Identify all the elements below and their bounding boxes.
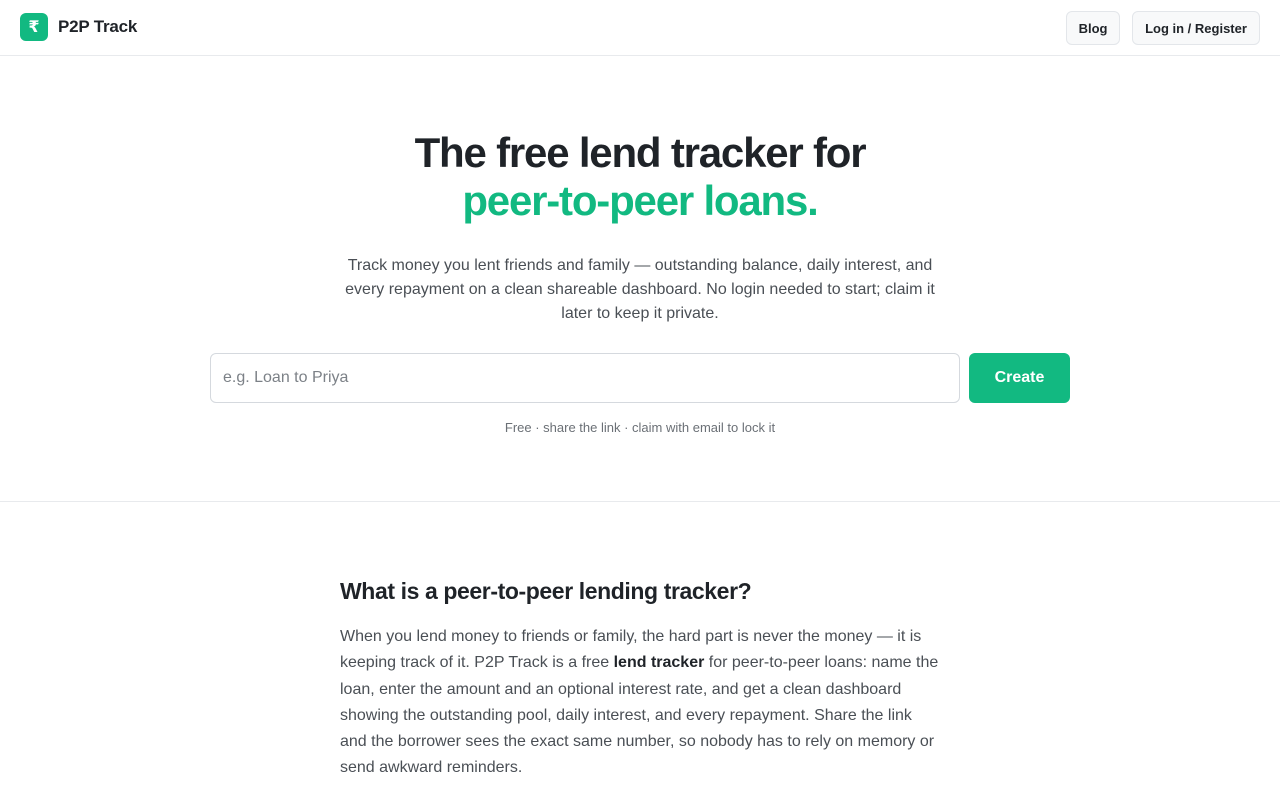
hero-title-line1: The free lend tracker for — [414, 129, 867, 176]
hero-title-accent: peer-to-peer loans. — [462, 177, 818, 224]
section-title: What is a peer-to-peer lending tracker? — [340, 578, 752, 604]
top-navbar: ₹ P2P Track Blog Log in / Register — [0, 0, 1280, 56]
hero-note: Free · share the link · claim with email… — [504, 420, 776, 435]
rupee-logo-icon: ₹ — [20, 13, 48, 41]
info-section: What is a peer-to-peer lending tracker? … — [340, 576, 940, 782]
brand-link[interactable]: ₹ P2P Track — [20, 13, 137, 41]
section-body-text-cont: for peer-to-peer loans: name the loan, e… — [340, 654, 939, 777]
login-register-button[interactable]: Log in / Register — [1132, 11, 1260, 45]
brand-name: P2P Track — [58, 17, 138, 36]
section-body: When you lend money to friends or family… — [340, 624, 940, 782]
blog-button[interactable]: Blog — [1066, 11, 1120, 45]
loan-name-input[interactable] — [210, 353, 960, 403]
create-button[interactable]: Create — [969, 353, 1070, 403]
hero-title: The free lend tracker for peer-to-peer l… — [0, 129, 1280, 225]
section-body-emphasis: lend tracker — [613, 654, 705, 672]
hero-section: The free lend tracker for peer-to-peer l… — [0, 56, 1280, 502]
hero-subtitle: Track money you lent friends and family … — [345, 257, 935, 322]
